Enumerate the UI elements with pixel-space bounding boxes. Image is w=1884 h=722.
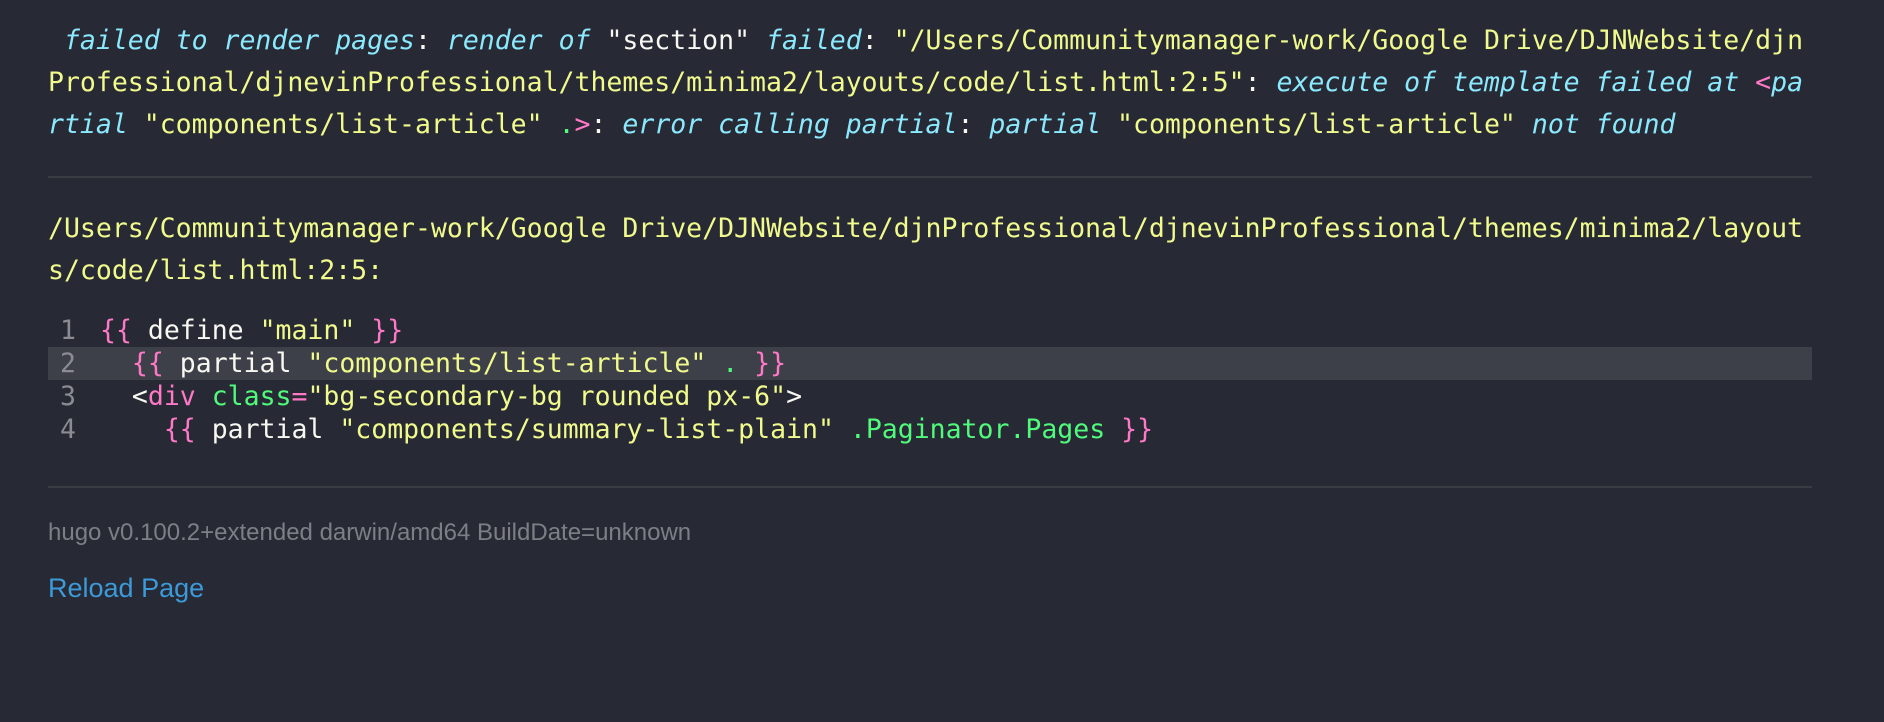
reload-page-link[interactable]: Reload Page bbox=[48, 572, 204, 604]
code-token: }} bbox=[1121, 414, 1154, 445]
code-token: "main" bbox=[259, 315, 372, 346]
error-segment: "section" bbox=[606, 25, 766, 56]
error-segment: not found bbox=[1531, 109, 1676, 140]
code-token: {{ bbox=[100, 414, 212, 445]
code-text: <div class="bg-secondary-bg rounded px-6… bbox=[100, 380, 1812, 413]
code-text: {{ define "main" }} bbox=[100, 314, 1812, 347]
code-token: class bbox=[211, 381, 292, 412]
hugo-version: hugo v0.100.2+extended darwin/amd64 Buil… bbox=[48, 519, 692, 546]
error-segment: : bbox=[861, 25, 894, 56]
line-number: 1 bbox=[60, 315, 76, 346]
line-number: 2 bbox=[60, 348, 76, 379]
error-message: failed to render pages: render of "secti… bbox=[48, 20, 1812, 146]
code-text: {{ partial "components/summary-list-plai… bbox=[100, 413, 1812, 446]
code-snippet: 1{{ define "main" }} 2 {{ partial "compon… bbox=[48, 314, 1812, 446]
error-segment: < bbox=[1755, 67, 1772, 98]
code-token: partial bbox=[211, 414, 340, 445]
line-number: 4 bbox=[60, 414, 76, 445]
divider bbox=[48, 486, 1812, 488]
code-token: {{ bbox=[100, 315, 148, 346]
error-segment: : bbox=[414, 25, 447, 56]
divider bbox=[48, 176, 1812, 178]
code-token: "bg-secondary-bg rounded px-6" bbox=[307, 381, 787, 412]
error-segment: : bbox=[1244, 67, 1277, 98]
error-segment: failed bbox=[765, 25, 862, 56]
error-segment: partial bbox=[989, 109, 1118, 140]
code-line: 3 <div class="bg-secondary-bg rounded px… bbox=[48, 380, 1812, 413]
error-segment: : bbox=[590, 109, 623, 140]
code-line-highlighted: 2 {{ partial "components/list-article" .… bbox=[48, 347, 1812, 380]
error-segment: > bbox=[574, 109, 591, 140]
error-segment: "components/list-article" bbox=[143, 109, 559, 140]
code-token: div bbox=[147, 381, 212, 412]
code-token: "components/summary-list-plain" bbox=[339, 414, 850, 445]
error-segment: failed to render pages bbox=[48, 25, 415, 56]
error-page: failed to render pages: render of "secti… bbox=[48, 20, 1812, 604]
code-token: .Paginator.Pages bbox=[849, 414, 1122, 445]
code-token: < bbox=[100, 381, 148, 412]
error-segment: "components/list-article" bbox=[1117, 109, 1532, 140]
code-line: 1 {{ define "main" }} bbox=[48, 314, 1812, 347]
error-segment: error calling partial bbox=[622, 109, 958, 140]
code-token: {{ bbox=[100, 348, 180, 379]
line-number: 3 bbox=[60, 381, 76, 412]
error-segment: render of bbox=[446, 25, 607, 56]
error-segment: . bbox=[558, 109, 575, 140]
code-token: = bbox=[291, 381, 308, 412]
code-token: }} bbox=[371, 315, 404, 346]
code-token: }} bbox=[754, 348, 787, 379]
code-token: . bbox=[722, 348, 755, 379]
code-text: {{ partial "components/list-article" . }… bbox=[100, 347, 1812, 380]
error-segment: execute of template failed at bbox=[1276, 67, 1756, 98]
code-token: partial bbox=[179, 348, 308, 379]
code-line: 4 {{ partial "components/summary-list-pl… bbox=[48, 413, 1812, 446]
code-token: > bbox=[786, 381, 803, 412]
error-file-location: /Users/Communitymanager-work/Google Driv… bbox=[48, 213, 1803, 286]
error-segment: : bbox=[957, 109, 990, 140]
code-token: "components/list-article" bbox=[307, 348, 723, 379]
code-token: define bbox=[147, 315, 260, 346]
